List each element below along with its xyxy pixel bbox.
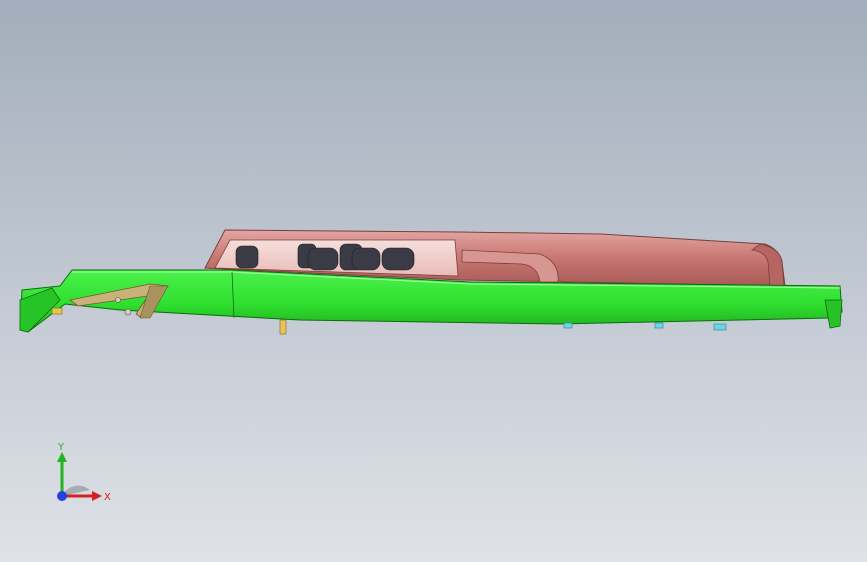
x-axis-label: X [104, 492, 111, 503]
graphics-viewport[interactable]: Y X [0, 0, 867, 562]
axis-triad: Y X [57, 442, 111, 503]
z-axis-dot-icon [57, 491, 67, 501]
cyan-clips[interactable] [563, 322, 727, 331]
locating-pin-part[interactable] [279, 319, 287, 335]
y-axis-label: Y [57, 442, 65, 453]
3d-model-view[interactable] [0, 0, 867, 562]
